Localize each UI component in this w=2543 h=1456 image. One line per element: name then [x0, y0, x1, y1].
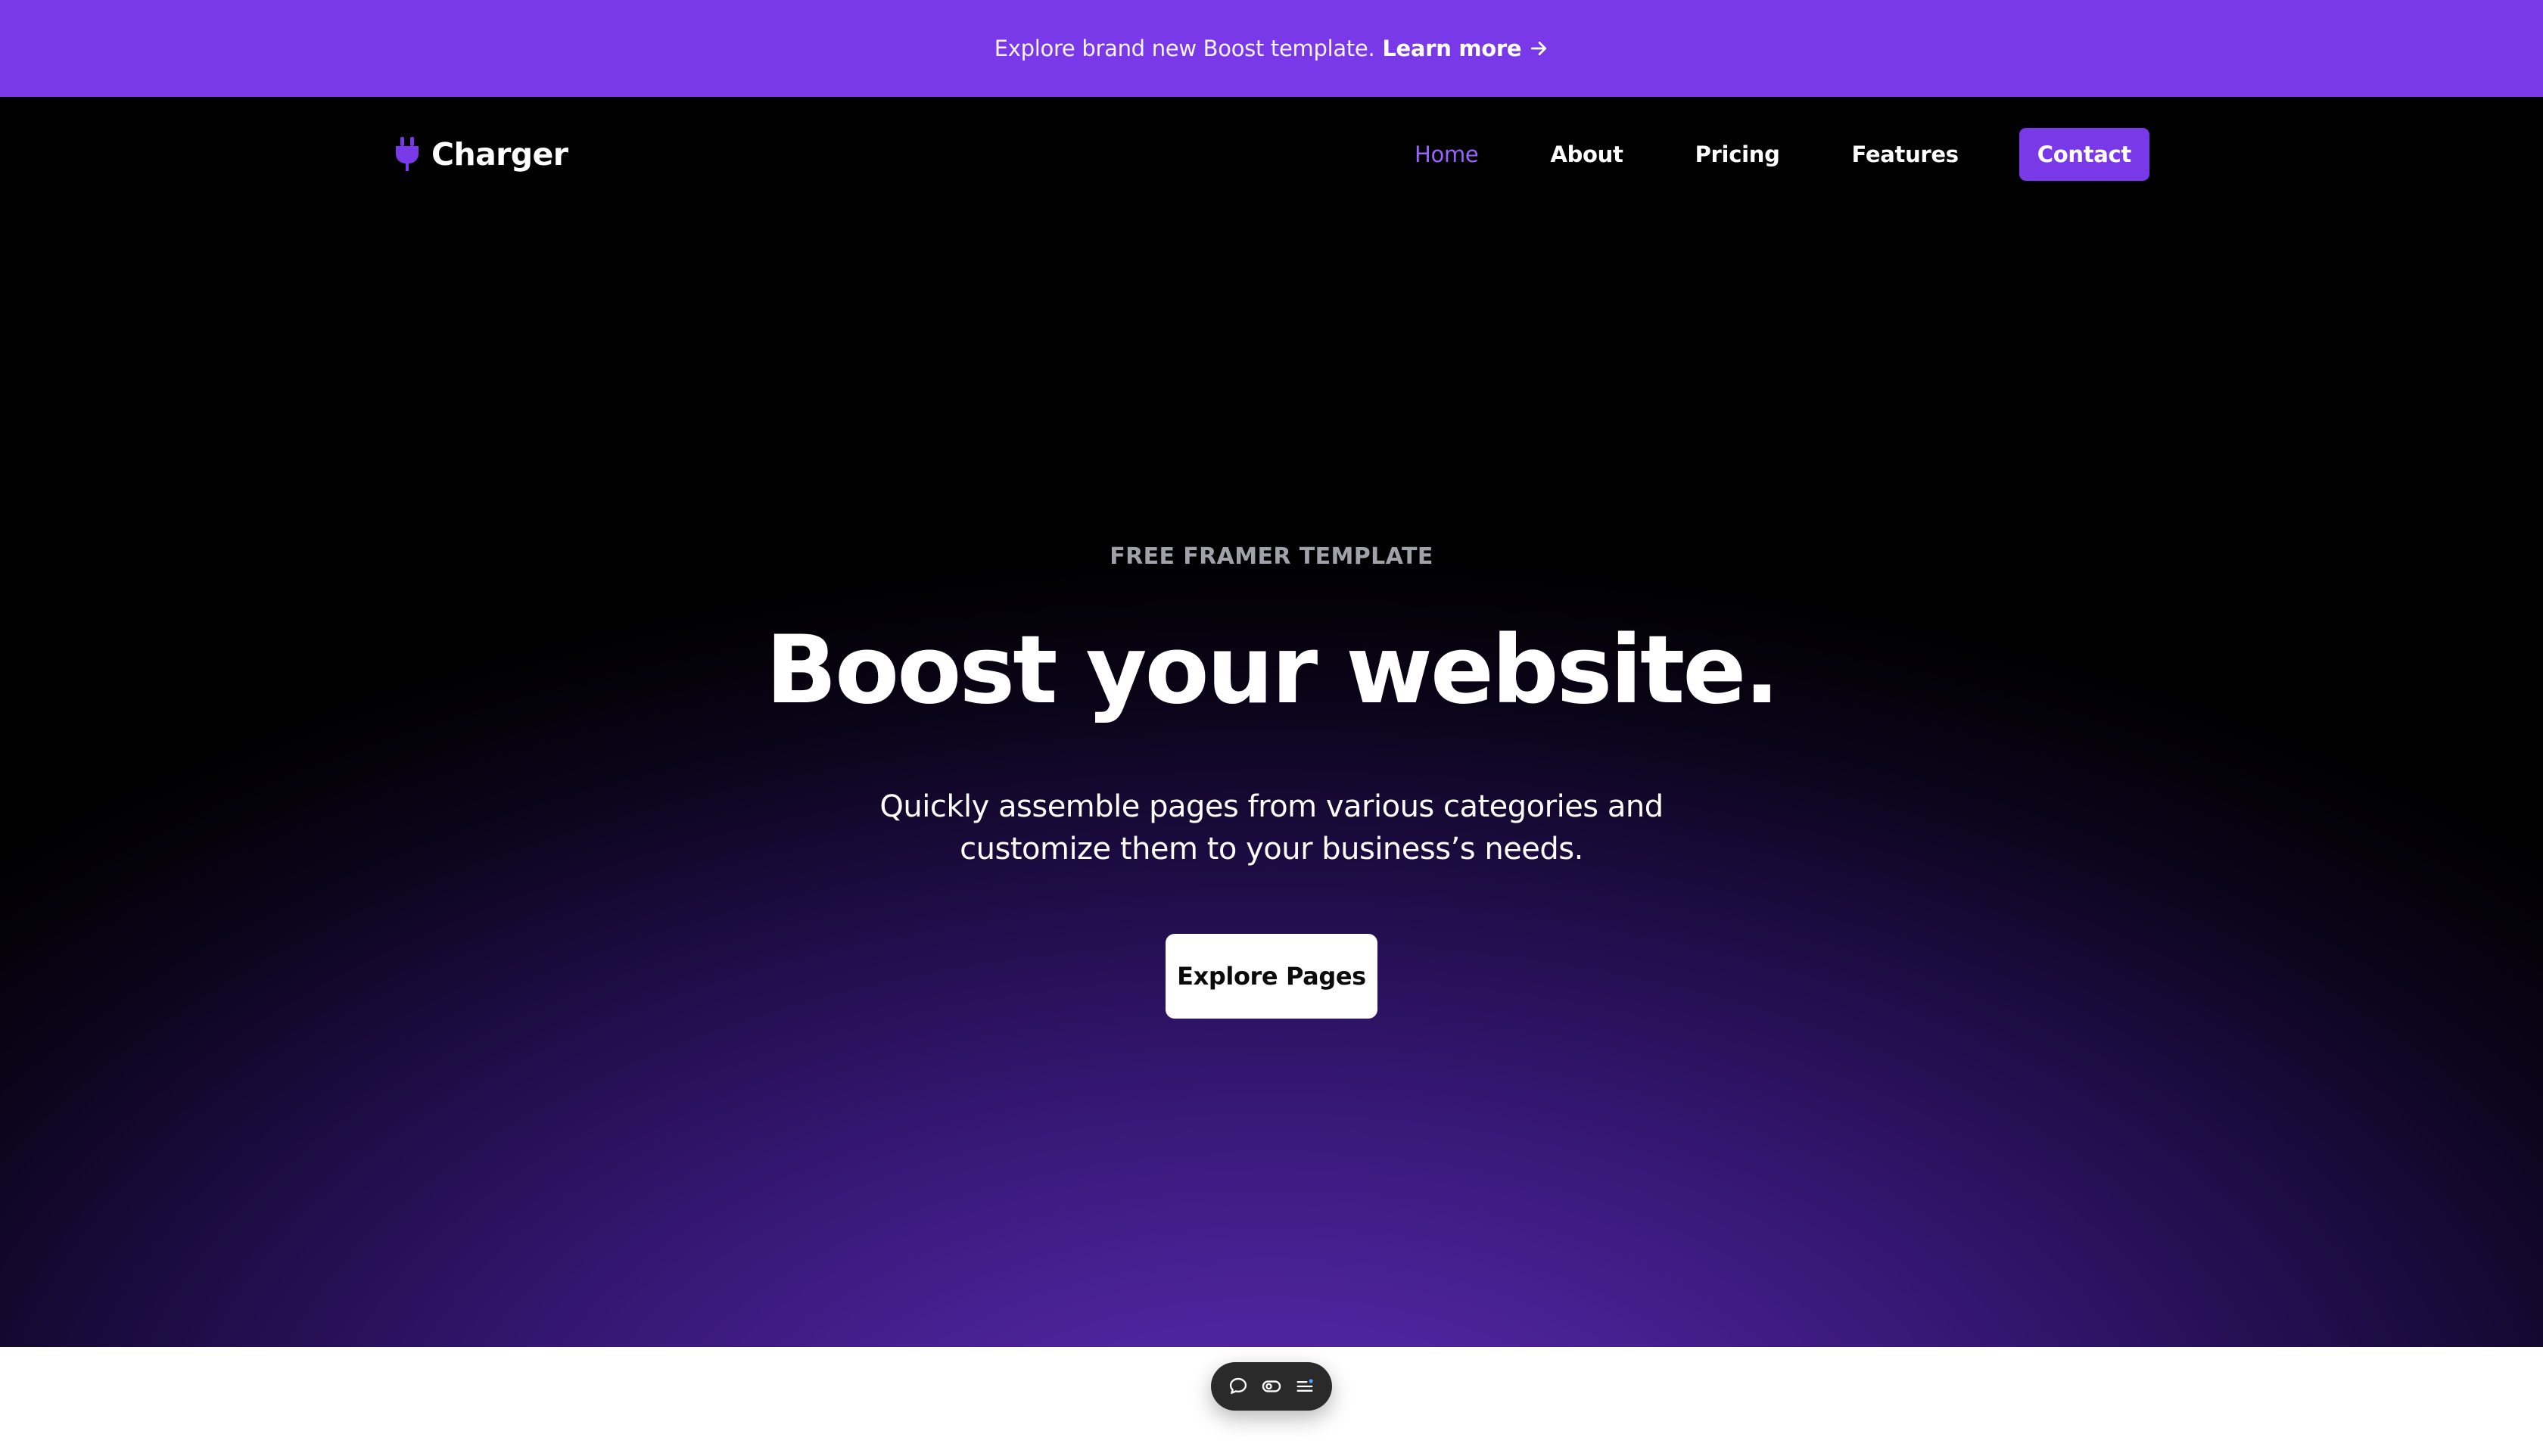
- preview-toggle-button[interactable]: [1256, 1371, 1287, 1402]
- brand-logo[interactable]: Charger: [394, 136, 568, 173]
- promo-banner: Explore brand new Boost template. Learn …: [0, 0, 2543, 97]
- main-navigation: Charger Home About Pricing Features Cont…: [394, 127, 2149, 182]
- floating-toolbar: [1211, 1362, 1332, 1411]
- hero-headline: Boost your website.: [765, 616, 1780, 725]
- list-settings-icon: [1296, 1379, 1313, 1392]
- hero-eyebrow: FREE FRAMER TEMPLATE: [1110, 543, 1433, 570]
- preview-toggle-icon: [1262, 1380, 1281, 1392]
- nav-link-home[interactable]: Home: [1415, 142, 1479, 167]
- nav-links: Home About Pricing Features Contact: [1343, 128, 2149, 181]
- contact-button[interactable]: Contact: [2019, 128, 2149, 181]
- hero-section: Charger Home About Pricing Features Cont…: [0, 97, 2543, 1347]
- learn-more-link[interactable]: Learn more: [1382, 36, 1549, 61]
- nav-link-about[interactable]: About: [1550, 142, 1623, 167]
- nav-link-features[interactable]: Features: [1852, 142, 1959, 167]
- comment-icon: [1229, 1377, 1247, 1394]
- comment-button[interactable]: [1223, 1371, 1253, 1402]
- nav-link-pricing[interactable]: Pricing: [1695, 142, 1780, 167]
- hero-subtext: Quickly assemble pages from various cate…: [879, 789, 1664, 866]
- explore-pages-button[interactable]: Explore Pages: [1166, 934, 1377, 1019]
- learn-more-label: Learn more: [1382, 36, 1522, 61]
- plug-icon: [396, 137, 419, 171]
- list-settings-button[interactable]: [1290, 1371, 1320, 1402]
- arrow-right-icon: [1531, 42, 1547, 55]
- brand-name: Charger: [431, 136, 568, 173]
- promo-text: Explore brand new Boost template.: [994, 36, 1375, 61]
